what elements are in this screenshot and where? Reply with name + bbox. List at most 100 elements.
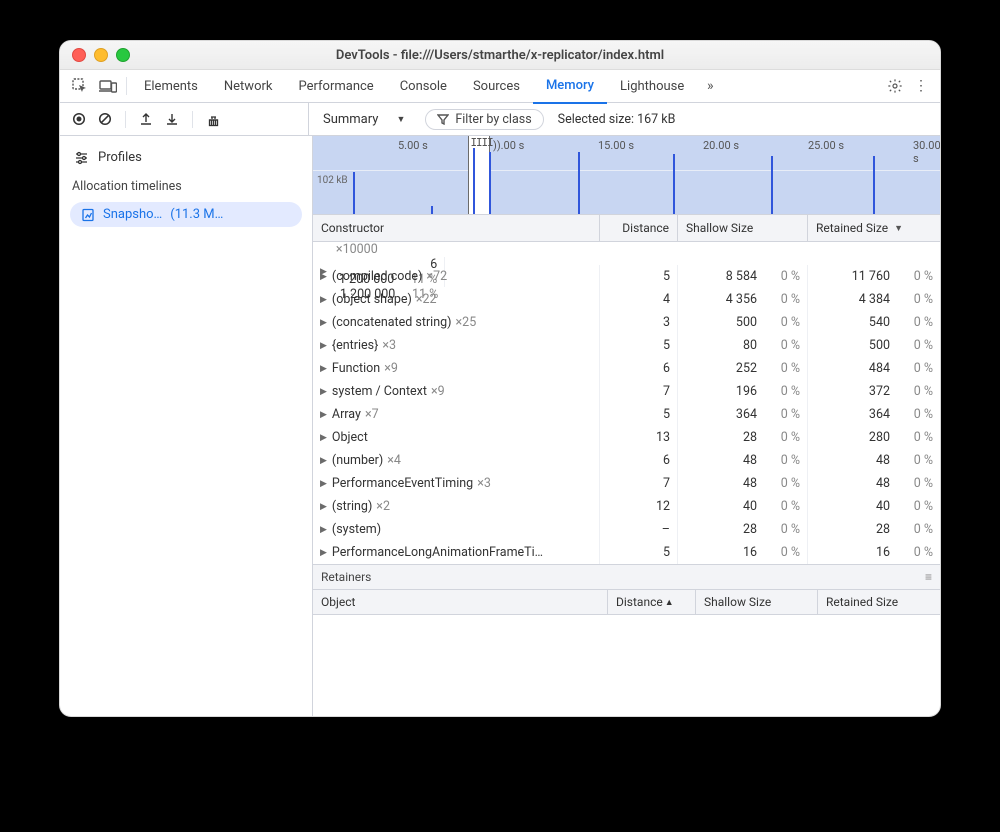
table-row[interactable]: ▶(system)–280 %280 % — [313, 518, 940, 541]
table-row[interactable]: ▶Array×753640 %3640 % — [313, 403, 940, 426]
minimize-window-button[interactable] — [94, 48, 108, 62]
table-row[interactable]: ▶system / Context×971960 %3720 % — [313, 380, 940, 403]
retained-cell: 480 % — [808, 449, 940, 472]
traffic-lights — [72, 48, 130, 62]
col-shallow[interactable]: Shallow Size — [678, 215, 808, 241]
table-row[interactable]: ▶{entries}×35800 %5000 % — [313, 334, 940, 357]
snapshot-size: (11.3 M… — [170, 207, 223, 222]
inspect-icon[interactable] — [66, 78, 94, 94]
distance-cell: – — [600, 518, 678, 541]
col-retained[interactable]: Retained Size — [808, 215, 940, 241]
titlebar: DevTools - file:///Users/stmarthe/x-repl… — [60, 41, 940, 70]
ret-col-retained[interactable]: Retained Size — [818, 590, 940, 614]
snapshot-icon — [81, 208, 95, 222]
retained-cell: 3720 % — [808, 380, 940, 403]
constructor-name: Function — [332, 361, 380, 376]
table-row[interactable]: ▶(object shape)×2244 3560 %4 3840 % — [313, 288, 940, 311]
clear-icon[interactable] — [94, 108, 116, 130]
snapshot-item[interactable]: Snapsho… (11.3 M… — [70, 202, 302, 227]
device-toolbar-icon[interactable] — [94, 79, 122, 93]
retainers-header[interactable]: Retainers ≡ — [313, 564, 940, 590]
constructor-name: Object — [332, 430, 368, 445]
expand-icon[interactable]: ▶ — [320, 479, 327, 489]
expand-icon[interactable]: ▶ — [320, 364, 327, 374]
distance-cell: 6 — [600, 449, 678, 472]
table-row[interactable]: ▶(string)×212400 %400 % — [313, 495, 940, 518]
expand-icon[interactable]: ▶ — [320, 502, 327, 512]
expand-icon[interactable]: ▶ — [320, 410, 327, 420]
selected-size-text: Selected size: 167 kB — [558, 112, 676, 127]
timeline-selection[interactable]: ⵊⵊⵊⵊ — [468, 136, 490, 214]
expand-icon[interactable]: ▶ — [320, 433, 327, 443]
table-row[interactable]: ▶PerformanceEventTiming×37480 %480 % — [313, 472, 940, 495]
profiles-header[interactable]: Profiles — [74, 150, 298, 165]
distance-cell: 5 — [600, 403, 678, 426]
tab-network[interactable]: Network — [211, 70, 286, 102]
constructor-name: (object shape) — [332, 292, 412, 307]
table-row[interactable]: ▶Object13280 %2800 % — [313, 426, 940, 449]
allocation-timeline[interactable]: 102 kB ⵊⵊⵊⵊ 5.00 s)).00 s15.00 s20.00 s2… — [313, 136, 940, 215]
record-icon[interactable] — [68, 108, 90, 130]
ret-col-object[interactable]: Object — [313, 590, 608, 614]
table-row[interactable]: ▶(compiled code)×7258 5840 %11 7600 % — [313, 265, 940, 288]
table-row[interactable]: ▶×1000061 200 00011 %1 200 00011 % — [313, 242, 940, 265]
table-row[interactable]: ▶Function×962520 %4840 % — [313, 357, 940, 380]
timelines-section-label: Allocation timelines — [72, 179, 300, 194]
shallow-cell: 480 % — [678, 472, 808, 495]
retained-cell: 160 % — [808, 541, 940, 564]
col-constructor[interactable]: Constructor — [313, 215, 600, 241]
expand-icon[interactable]: ▶ — [320, 341, 327, 351]
save-profile-icon[interactable] — [161, 108, 183, 130]
expand-icon[interactable]: ▶ — [320, 295, 327, 305]
tab-elements[interactable]: Elements — [131, 70, 211, 102]
constructor-name: (number) — [332, 453, 383, 468]
filter-chip[interactable]: Filter by class — [425, 109, 543, 130]
col-distance[interactable]: Distance — [600, 215, 678, 241]
retained-cell: 5400 % — [808, 311, 940, 334]
timeline-bar — [353, 172, 355, 214]
retainers-columns: Object Distance▲ Shallow Size Retained S… — [313, 590, 940, 615]
table-row[interactable]: ▶(number)×46480 %480 % — [313, 449, 940, 472]
instance-count: ×7 — [365, 407, 379, 422]
expand-icon[interactable]: ▶ — [320, 318, 327, 328]
window-title: DevTools - file:///Users/stmarthe/x-repl… — [60, 48, 940, 63]
expand-icon[interactable]: ▶ — [320, 456, 327, 466]
kebab-menu-icon[interactable]: ⋮ — [908, 78, 934, 94]
retained-cell: 11 7600 % — [808, 265, 940, 288]
retained-cell: 280 % — [808, 518, 940, 541]
load-profile-icon[interactable] — [135, 108, 157, 130]
table-header: Constructor Distance Shallow Size Retain… — [313, 215, 940, 242]
table-row[interactable]: ▶(concatenated string)×2535000 %5400 % — [313, 311, 940, 334]
tab-performance[interactable]: Performance — [286, 70, 387, 102]
tab-memory[interactable]: Memory — [533, 69, 607, 104]
timeline-bar — [489, 152, 491, 214]
close-window-button[interactable] — [72, 48, 86, 62]
table-row[interactable]: ▶PerformanceLongAnimationFrameTi…5160 %1… — [313, 541, 940, 564]
shallow-cell: 8 5840 % — [678, 265, 808, 288]
main-panel: 102 kB ⵊⵊⵊⵊ 5.00 s)).00 s15.00 s20.00 s2… — [313, 136, 940, 716]
tab-sources[interactable]: Sources — [460, 70, 533, 102]
devtools-window: DevTools - file:///Users/stmarthe/x-repl… — [59, 40, 941, 717]
collect-garbage-icon[interactable] — [202, 108, 224, 130]
ret-col-distance[interactable]: Distance▲ — [608, 590, 696, 614]
expand-icon[interactable]: ▶ — [320, 525, 327, 535]
ret-col-shallow[interactable]: Shallow Size — [696, 590, 818, 614]
tab-lighthouse[interactable]: Lighthouse — [607, 70, 697, 102]
shallow-cell: 280 % — [678, 426, 808, 449]
expand-icon[interactable]: ▶ — [320, 387, 327, 397]
expand-icon[interactable]: ▶ — [320, 548, 327, 558]
retained-cell: 400 % — [808, 495, 940, 518]
settings-icon[interactable] — [882, 78, 908, 94]
shallow-cell: 280 % — [678, 518, 808, 541]
more-tabs-icon[interactable]: » — [697, 78, 723, 94]
constructor-name: {entries} — [332, 338, 378, 353]
table-body[interactable]: ▶×1000061 200 00011 %1 200 00011 %▶(comp… — [313, 242, 940, 564]
expand-icon[interactable]: ▶ — [320, 272, 327, 282]
distance-cell: 4 — [600, 288, 678, 311]
shallow-cell: 3640 % — [678, 403, 808, 426]
constructor-name: (system) — [332, 522, 381, 537]
tab-console[interactable]: Console — [387, 70, 460, 102]
hamburger-icon[interactable]: ≡ — [925, 570, 932, 584]
view-dropdown[interactable]: Summary ▼ — [317, 112, 411, 127]
zoom-window-button[interactable] — [116, 48, 130, 62]
